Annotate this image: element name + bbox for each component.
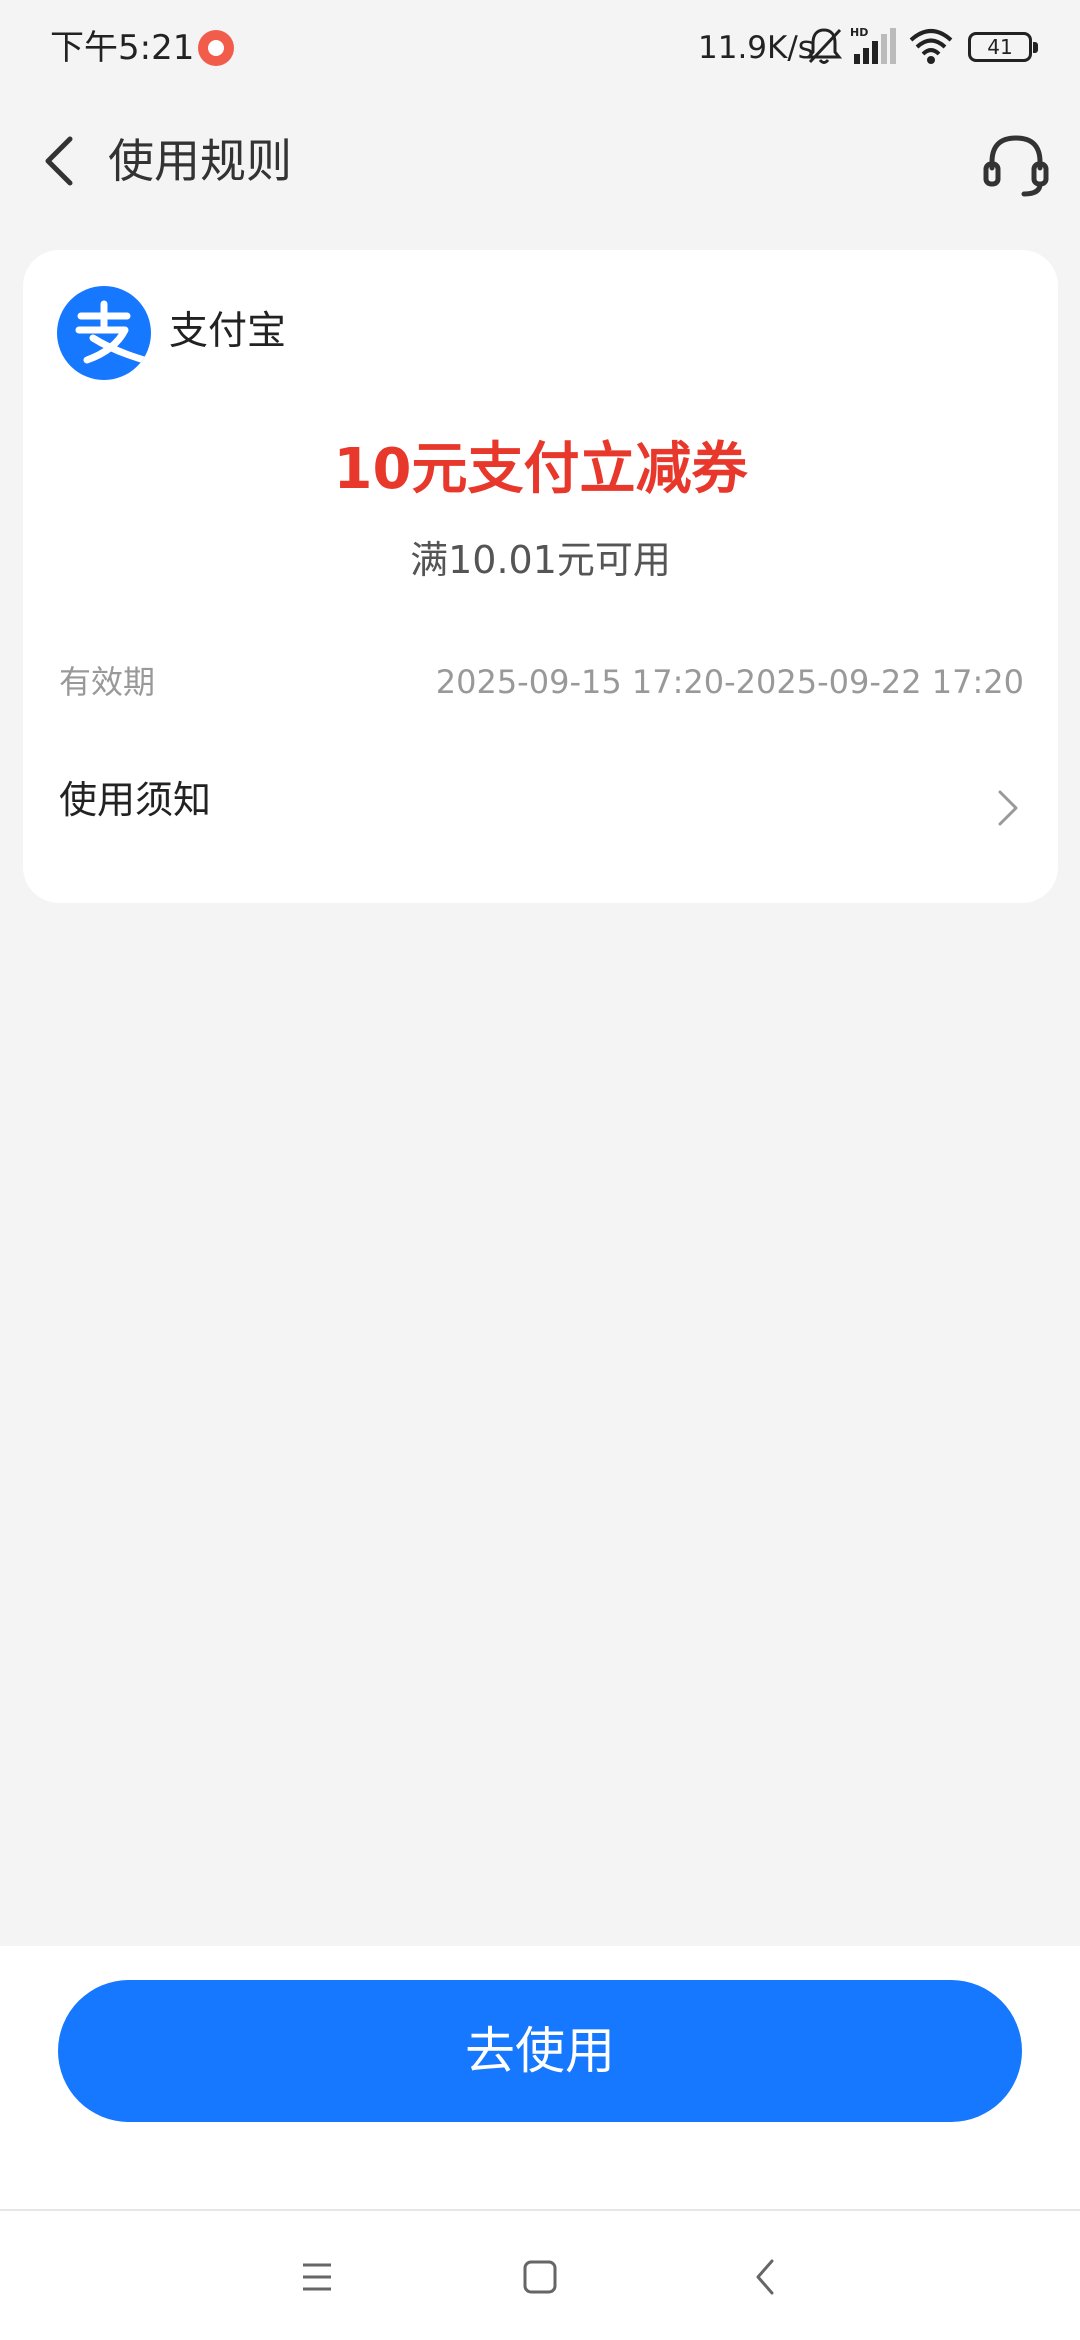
headset-icon[interactable] (982, 130, 1050, 198)
battery-level: 41 (987, 35, 1013, 59)
battery-icon: 41 (968, 32, 1038, 62)
validity-label: 有效期 (59, 663, 156, 701)
coupon-title: 10元支付立减券 (333, 437, 748, 502)
bottom-action-panel: 去使用 (0, 1946, 1080, 2209)
chevron-left-icon[interactable] (30, 129, 94, 193)
page-title: 使用规则 (108, 134, 292, 188)
chevron-right-icon (998, 790, 1018, 826)
status-bar: 下午5:21 11.9K/s HD 41 (0, 0, 1080, 96)
menu-icon[interactable] (285, 2245, 349, 2309)
svg-text:HD: HD (850, 26, 868, 39)
back-triangle-icon[interactable] (734, 2245, 798, 2309)
usage-notice-row[interactable]: 使用须知 (23, 750, 1058, 860)
hd-signal-icon: HD (850, 26, 896, 64)
bell-off-icon (806, 28, 842, 64)
network-speed: 11.9K/s (698, 30, 814, 66)
brand-name: 支付宝 (169, 309, 287, 354)
validity-value: 2025-09-15 17:20-2025-09-22 17:20 (435, 663, 1024, 701)
status-time: 下午5:21 (50, 28, 195, 68)
alipay-logo (57, 286, 151, 380)
usage-notice-label: 使用须知 (59, 778, 212, 822)
page-header: 使用规则 (0, 96, 1080, 226)
music-app-icon (198, 30, 234, 66)
coupon-card: 支付宝 10元支付立减券 满10.01元可用 有效期 2025-09-15 17… (23, 250, 1058, 903)
system-nav-bar (0, 2209, 1080, 2340)
wifi-icon (909, 29, 953, 64)
home-square-icon[interactable] (508, 2245, 572, 2309)
use-now-button[interactable]: 去使用 (58, 1980, 1022, 2122)
coupon-condition: 满10.01元可用 (410, 538, 671, 582)
